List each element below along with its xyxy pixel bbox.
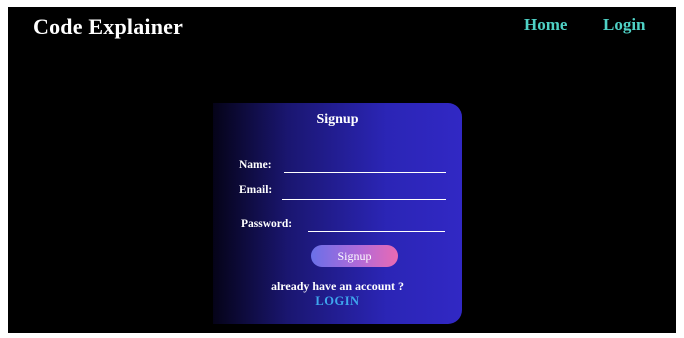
brand-title: Code Explainer: [33, 14, 184, 39]
email-label: Email:: [239, 184, 273, 196]
password-label: Password:: [241, 218, 293, 230]
signup-card: Signup Name: Email: Password: Signup alr…: [213, 103, 462, 324]
password-input[interactable]: [308, 231, 445, 232]
nav-home-link[interactable]: Home: [524, 15, 567, 35]
app-viewport: Code Explainer Home Login Signup Name: E…: [8, 7, 676, 333]
signup-button[interactable]: Signup: [311, 245, 398, 267]
name-input[interactable]: [284, 172, 446, 173]
account-prompt: already have an account ?: [270, 279, 405, 293]
signup-title: Signup: [316, 112, 359, 127]
login-link[interactable]: LOGIN: [213, 294, 462, 309]
email-input[interactable]: [282, 199, 446, 200]
name-label: Name:: [239, 159, 272, 171]
nav-login-link[interactable]: Login: [603, 15, 646, 35]
